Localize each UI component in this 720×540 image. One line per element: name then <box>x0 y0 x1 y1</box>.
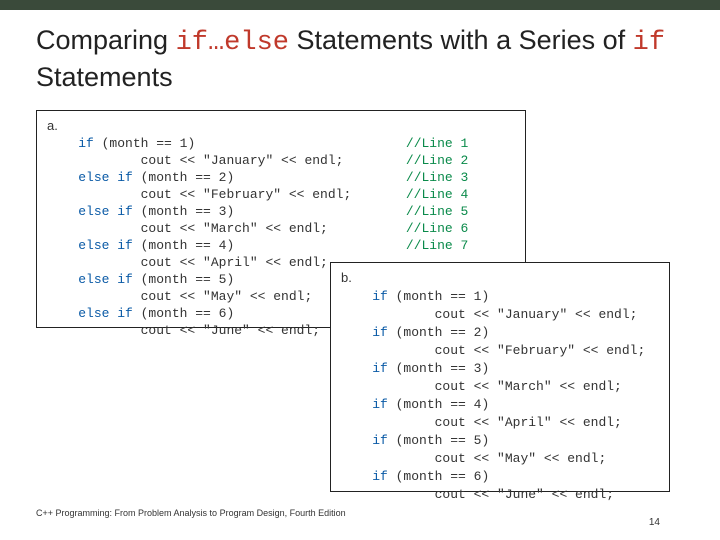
title-pre: Comparing <box>36 25 176 55</box>
title-post: Statements <box>36 62 173 92</box>
title-mid: Statements with a Series of <box>289 25 633 55</box>
slide-title: Comparing if…else Statements with a Seri… <box>0 10 720 105</box>
footer-text: C++ Programming: From Problem Analysis t… <box>36 508 346 518</box>
title-code1: if…else <box>176 28 289 58</box>
title-code2: if <box>633 28 665 58</box>
code-box-b: b. if (month == 1) cout << "January" << … <box>330 262 670 492</box>
accent-bar <box>0 0 720 10</box>
page-number: 14 <box>649 517 660 528</box>
